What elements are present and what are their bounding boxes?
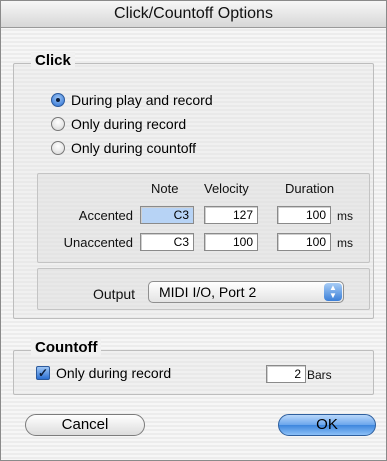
- dialog-title: Click/Countoff Options: [1, 1, 386, 28]
- unaccented-velocity-field[interactable]: 100: [204, 233, 258, 251]
- click-countoff-dialog: Click/Countoff Options Click During play…: [0, 0, 387, 461]
- popup-arrows-icon: ▲ ▼: [324, 283, 342, 301]
- output-popup-menu[interactable]: MIDI I/O, Port 2 ▲ ▼: [148, 281, 344, 303]
- radio-only-during-countoff[interactable]: Only during countoff: [51, 138, 196, 158]
- unaccented-note-field[interactable]: C3: [140, 233, 194, 251]
- output-label: Output: [93, 286, 136, 302]
- ok-button[interactable]: OK: [278, 414, 376, 436]
- unaccented-duration-field[interactable]: 100: [277, 233, 331, 251]
- cancel-button[interactable]: Cancel: [25, 414, 145, 436]
- accented-duration-unit: ms: [337, 209, 353, 223]
- radio-button-icon[interactable]: [51, 117, 65, 131]
- radio-button-icon[interactable]: [51, 141, 65, 155]
- row-label-accented: Accented: [78, 208, 133, 223]
- column-header-note: Note: [151, 181, 179, 196]
- only-during-record-checkbox[interactable]: ✓: [36, 366, 50, 380]
- countoff-bars-field[interactable]: 2: [266, 365, 306, 383]
- countoff-bars-unit: Bars: [307, 368, 332, 382]
- column-header-velocity: Velocity: [204, 181, 249, 196]
- radio-button-selected-icon[interactable]: [51, 93, 65, 107]
- radio-only-during-record[interactable]: Only during record: [51, 114, 186, 134]
- unaccented-duration-unit: ms: [337, 236, 353, 250]
- radio-label: Only during countoff: [71, 140, 197, 156]
- output-popup-value: MIDI I/O, Port 2: [159, 284, 257, 300]
- column-header-duration: Duration: [285, 181, 335, 196]
- countoff-group-title: Countoff: [31, 339, 102, 356]
- accented-note-field[interactable]: C3: [140, 206, 194, 224]
- only-during-record-label: Only during record: [56, 365, 172, 381]
- radio-label: Only during record: [71, 116, 187, 132]
- radio-during-play-and-record[interactable]: During play and record: [51, 90, 213, 110]
- radio-label: During play and record: [71, 92, 213, 108]
- accented-duration-field[interactable]: 100: [277, 206, 331, 224]
- row-label-unaccented: Unaccented: [63, 235, 133, 250]
- click-group-title: Click: [31, 52, 75, 69]
- accented-velocity-field[interactable]: 127: [204, 206, 258, 224]
